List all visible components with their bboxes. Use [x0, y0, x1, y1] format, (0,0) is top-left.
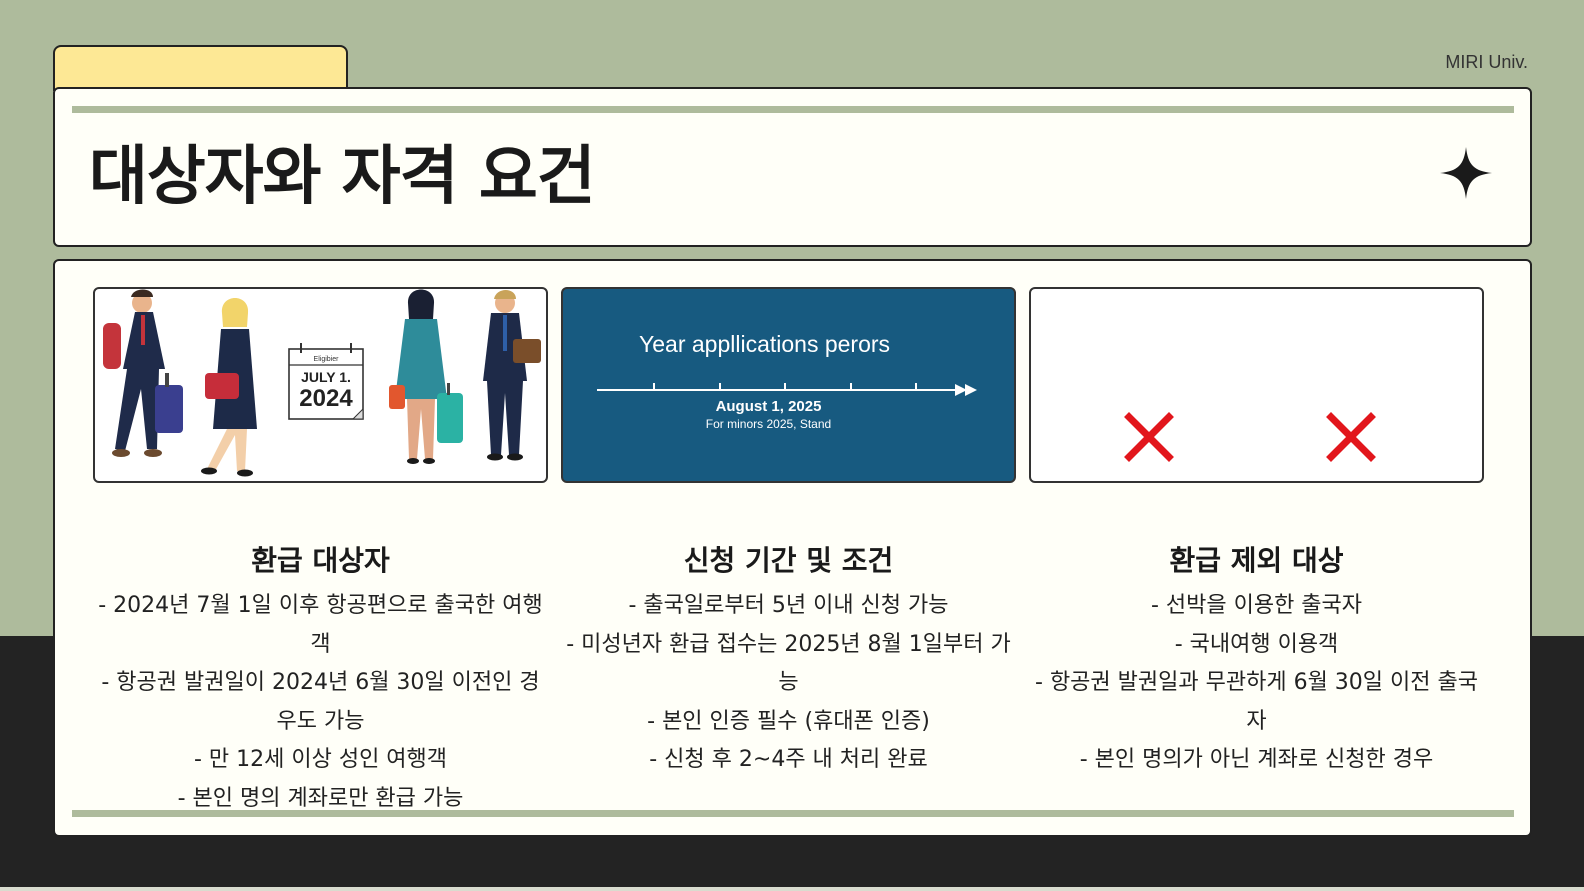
calendar-year: 2024	[299, 385, 353, 412]
traveler-man-2-icon	[483, 290, 541, 461]
x-mark-icon	[1124, 412, 1174, 462]
page-title: 대상자와 자격 요건	[89, 140, 596, 214]
brand-label: MIRI Univ.	[1445, 52, 1528, 72]
timeline-subtitle: For minors 2025, Stand	[705, 417, 832, 431]
list-item: - 미성년자 환급 접수는 2025년 8월 1일부터 가능	[566, 631, 1011, 696]
title-card: 대상자와 자격 요건	[53, 87, 1532, 247]
column-heading: 환급 대상자	[251, 544, 390, 577]
calendar-label: Eligibier	[314, 356, 340, 363]
timeline-arrow-icon	[597, 383, 977, 396]
bottom-line	[0, 887, 1584, 891]
column-excluded: 환급 제외 대상 - 선박을 이용한 출국자 - 국내여행 이용객 - 항공권 …	[1029, 543, 1484, 780]
exclusion-image	[1124, 412, 1376, 462]
column-list: - 선박을 이용한 출국자 - 국내여행 이용객 - 항공권 발권일과 무관하게…	[1029, 587, 1484, 780]
list-item: - 신청 후 2~4주 내 처리 완료	[649, 747, 928, 772]
list-item: - 출국일로부터 5년 이내 신청 가능	[628, 593, 949, 618]
column-list: - 출국일로부터 5년 이내 신청 가능 - 미성년자 환급 접수는 2025년…	[561, 587, 1016, 780]
list-item: - 국내여행 이용객	[1174, 631, 1339, 657]
list-item: - 본인 명의가 아닌 계좌로 신청한 경우	[1079, 747, 1434, 772]
column-list: - 2024년 7월 1일 이후 항공편으로 출국한 여행객 - 항공권 발권일…	[93, 587, 548, 818]
traveler-woman-1-icon	[201, 298, 257, 477]
list-item: - 본인 인증 필수 (휴대폰 인증)	[647, 708, 930, 734]
sparkle-icon	[1440, 147, 1492, 199]
column-eligible: 환급 대상자 - 2024년 7월 1일 이후 항공편으로 출국한 여행객 - …	[93, 543, 548, 818]
timeline-date: August 1, 2025	[715, 398, 822, 415]
calendar-date: JULY 1.	[301, 369, 351, 385]
traveler-man-1-icon	[103, 289, 183, 457]
column-heading: 신청 기간 및 조건	[683, 544, 894, 577]
list-item: - 2024년 7월 1일 이후 항공편으로 출국한 여행객	[98, 593, 543, 657]
traveler-woman-2-icon	[389, 289, 463, 464]
title-top-rule	[72, 106, 1514, 113]
exclusion-graphic	[1029, 287, 1484, 483]
content-bottom-rule	[72, 810, 1514, 817]
timeline-graphic: Year appllications perors August 1, 2025…	[561, 287, 1016, 483]
travelers-image: Eligibier JULY 1. 2024	[103, 289, 541, 477]
content-card: Eligibier JULY 1. 2024 Year appllication…	[53, 259, 1532, 837]
list-item: - 만 12세 이상 성인 여행객	[193, 747, 448, 772]
title-tab	[53, 45, 348, 91]
travelers-illustration: Eligibier JULY 1. 2024	[93, 287, 548, 483]
list-item: - 선박을 이용한 출국자	[1150, 593, 1363, 618]
calendar-icon: Eligibier JULY 1. 2024	[288, 343, 364, 420]
column-period: 신청 기간 및 조건 - 출국일로부터 5년 이내 신청 가능 - 미성년자 환…	[561, 543, 1016, 780]
list-item: - 항공권 발권일이 2024년 6월 30일 이전인 경우도 가능	[101, 670, 540, 734]
column-heading: 환급 제외 대상	[1169, 544, 1344, 577]
x-mark-icon	[1326, 412, 1376, 462]
list-item: - 항공권 발권일과 무관하게 6월 30일 이전 출국자	[1035, 670, 1478, 734]
